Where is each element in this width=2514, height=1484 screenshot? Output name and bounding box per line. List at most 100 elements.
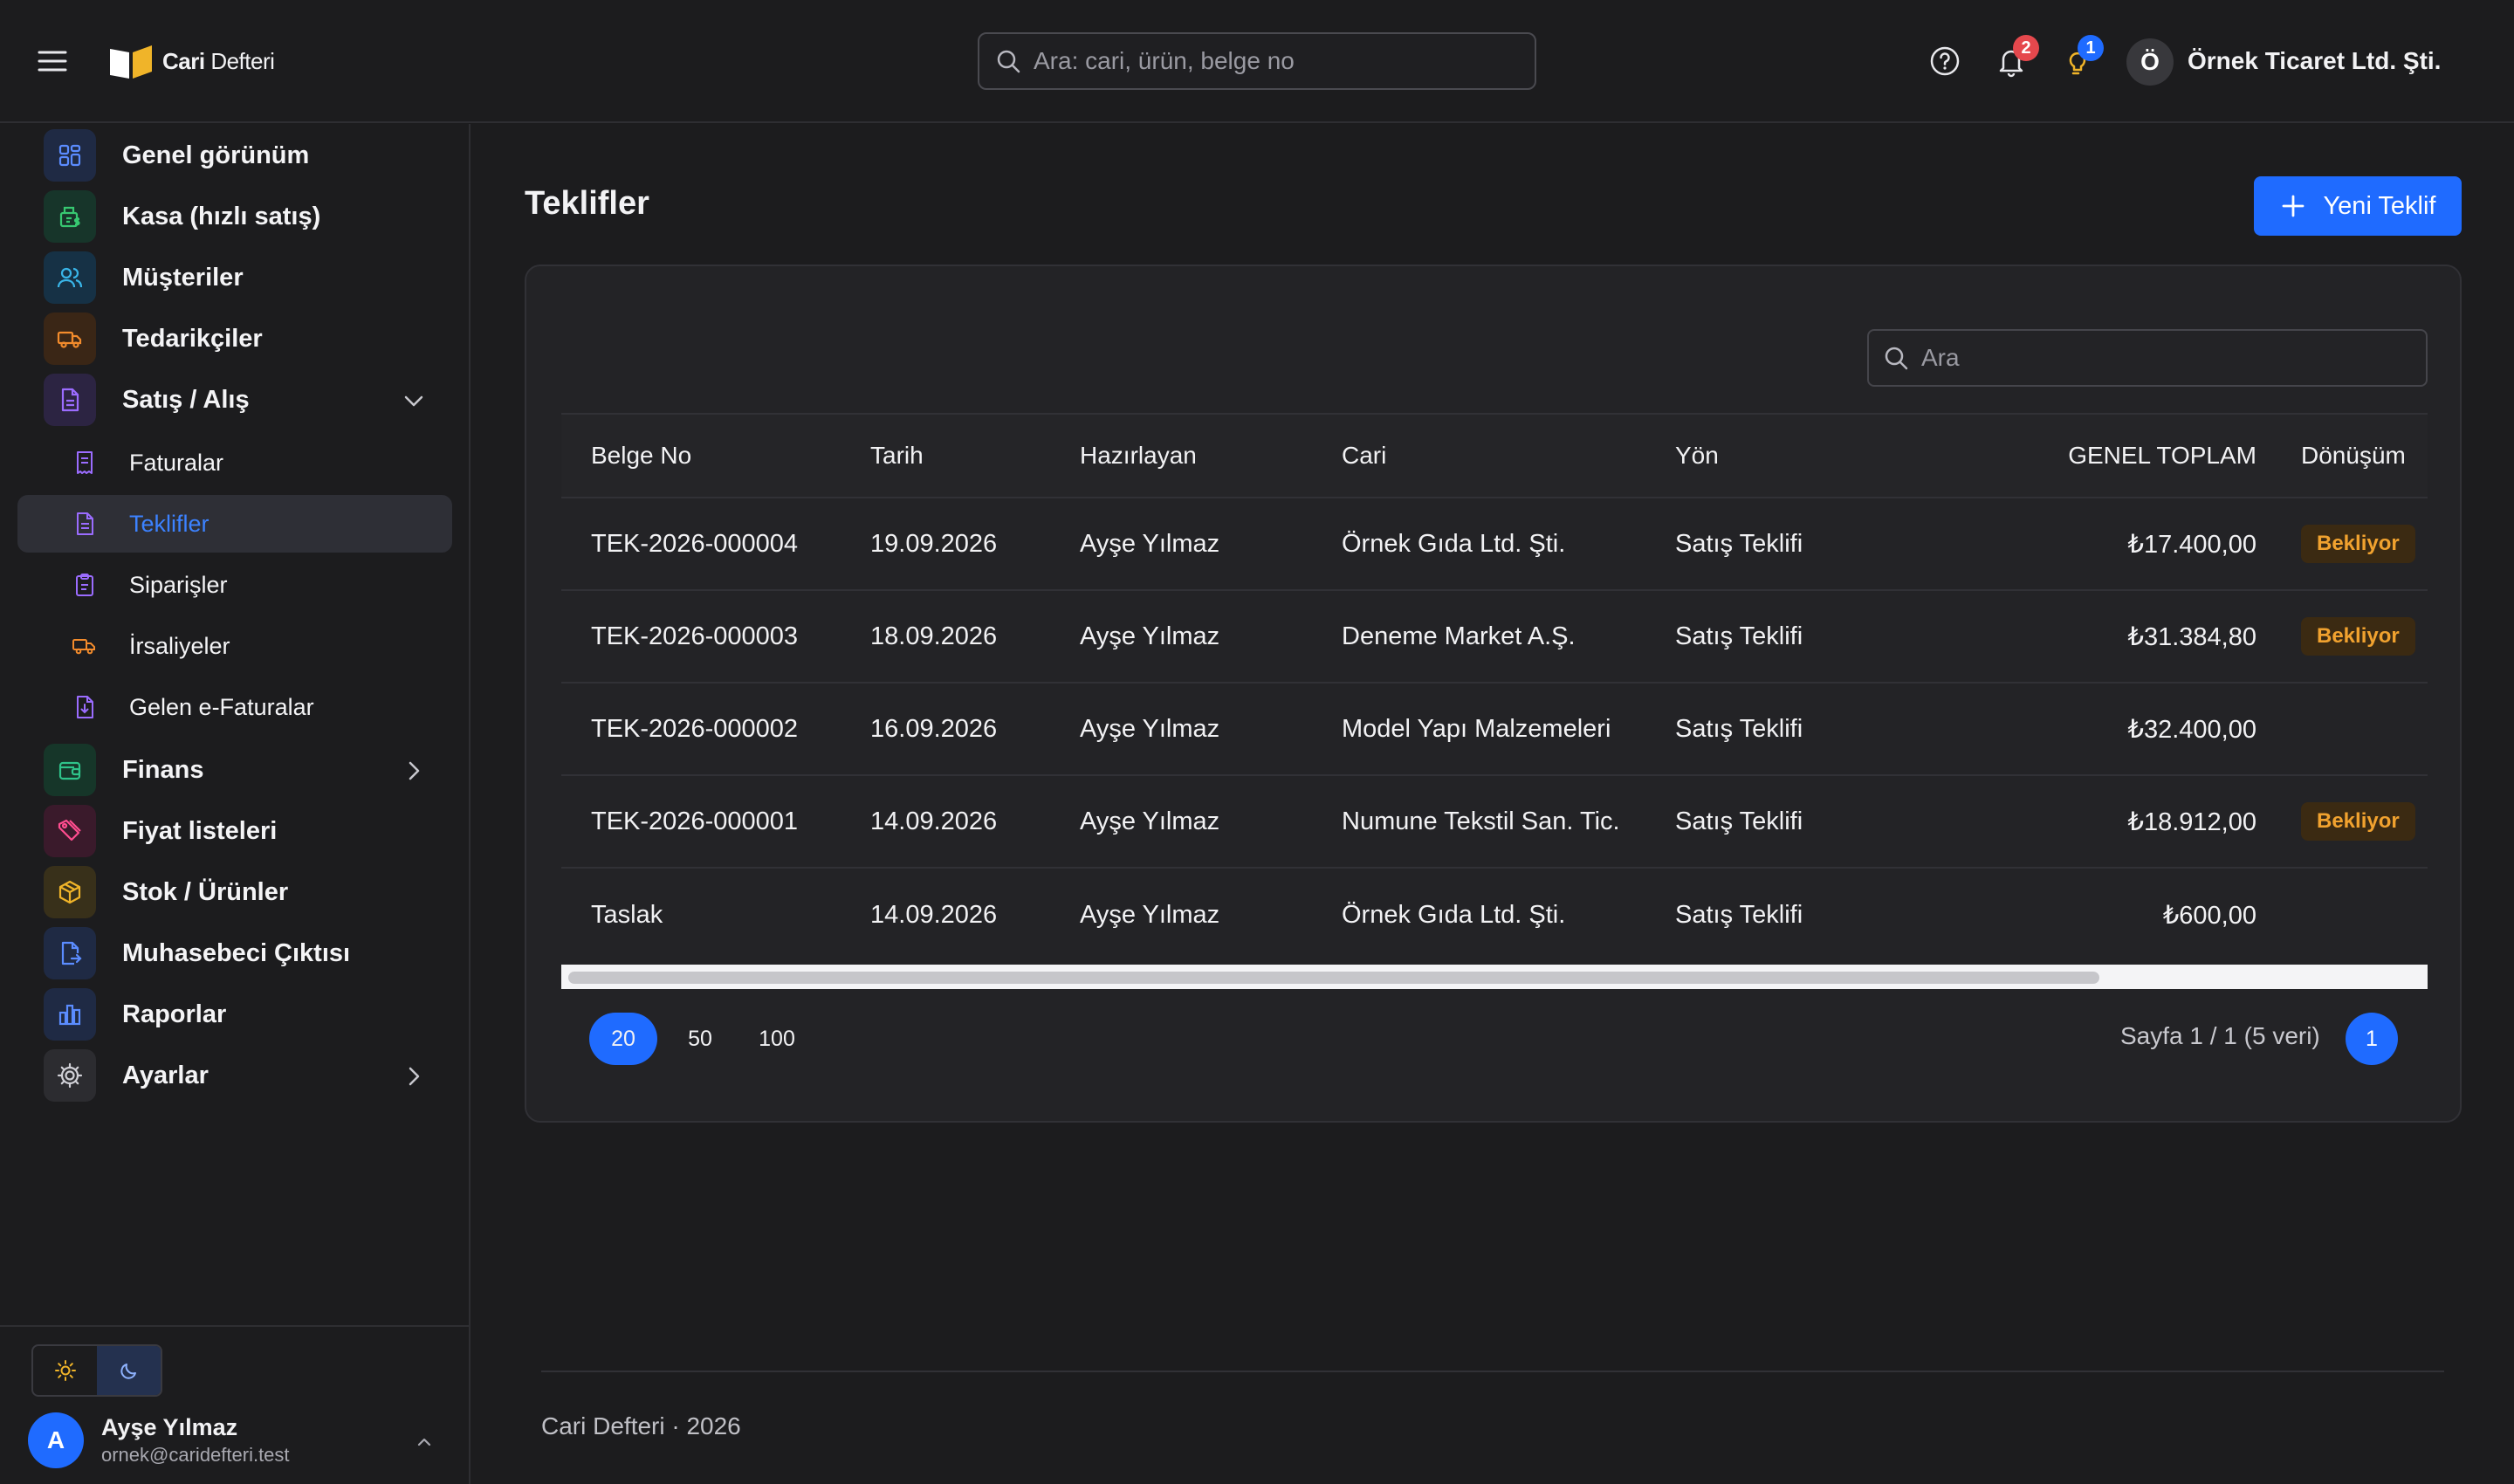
sidebar-item-label: Tedarikçiler (122, 324, 263, 353)
sidebar-item-accountant-export[interactable]: Muhasebeci Çıktısı (17, 924, 452, 982)
cell-document-no: TEK-2026-000003 (591, 622, 798, 650)
sidebar-subitem-label: İrsaliyeler (129, 632, 230, 659)
help-icon[interactable] (1926, 42, 1964, 80)
column-header-direction[interactable]: Yön (1675, 415, 1719, 497)
lightbulb-icon[interactable]: 1 (2057, 35, 2104, 80)
chevron-down-icon[interactable] (402, 388, 426, 413)
new-quote-label: Yeni Teklif (2323, 191, 2436, 220)
cell-conversion: Bekliyor (2301, 776, 2415, 867)
clipboard-icon (76, 574, 93, 596)
app-logo[interactable]: Cari Defteri (108, 42, 275, 80)
sidebar-subitem-label: Faturalar (129, 449, 224, 476)
table-search-input[interactable] (1921, 344, 2410, 372)
chevron-right-icon[interactable] (402, 759, 426, 783)
chevron-up-icon[interactable] (412, 1430, 436, 1454)
page-size-option[interactable]: 50 (666, 1013, 734, 1065)
table-row[interactable]: Taslak 14.09.2026 Ayşe Yılmaz Örnek Gıda… (561, 869, 2428, 961)
sidebar-item-label: Raporlar (122, 1000, 227, 1028)
hamburger-menu-icon[interactable] (35, 44, 70, 79)
sidebar-subitem-quotes[interactable]: Teklifler (17, 495, 452, 553)
footer-text: Cari Defteri · 2026 (541, 1412, 741, 1439)
company-avatar[interactable]: Ö (2126, 38, 2174, 86)
sidebar-subitem-invoices[interactable]: Faturalar (17, 434, 452, 491)
cell-grand-total: ₺31.384,80 (2127, 622, 2256, 651)
sidebar-subitem-label: Teklifler (129, 510, 210, 537)
sidebar-subitem-orders[interactable]: Siparişler (17, 556, 452, 614)
gear-icon (44, 1049, 96, 1102)
user-avatar[interactable]: A (28, 1412, 84, 1468)
sidebar-item-stock-products[interactable]: Stok / Ürünler (17, 863, 452, 921)
cell-date: 19.09.2026 (870, 529, 998, 558)
table-row[interactable]: TEK-2026-000001 14.09.2026 Ayşe Yılmaz N… (561, 776, 2428, 869)
sidebar-item-sales-purchase[interactable]: Satış / Alış (17, 371, 452, 429)
chevron-right-icon[interactable] (402, 1064, 426, 1089)
cell-document-no: TEK-2026-000001 (591, 807, 798, 835)
cell-direction: Satış Teklifi (1675, 807, 1803, 835)
tips-count-badge: 1 (2078, 35, 2104, 61)
sidebar-item-dashboard[interactable]: Genel görünüm (17, 127, 452, 184)
sidebar-item-finance[interactable]: Finans (17, 741, 452, 799)
truck-icon (44, 313, 96, 365)
page-number-button[interactable]: 1 (2346, 1013, 2398, 1065)
notifications-bell-icon[interactable]: 2 (1992, 35, 2039, 80)
cell-date: 14.09.2026 (870, 900, 998, 929)
table-header: Belge No Tarih Hazırlayan Cari Yön GENEL… (561, 413, 2428, 498)
cell-party: Deneme Market A.Ş. (1342, 622, 1576, 650)
column-header-conversion[interactable]: Dönüşüm (2301, 415, 2406, 497)
sidebar-item-reports[interactable]: Raporlar (17, 986, 452, 1043)
column-header-date[interactable]: Tarih (870, 415, 924, 497)
dark-mode-moon-icon[interactable] (97, 1346, 161, 1395)
sidebar-item-cash-register[interactable]: Kasa (hızlı satış) (17, 188, 452, 245)
page-title: Teklifler (525, 185, 649, 222)
export-file-icon (44, 927, 96, 979)
sidebar: Genel görünüm Kasa (hızlı satış) Müşteri… (0, 124, 471, 1484)
sidebar-item-label: Fiyat listeleri (122, 816, 278, 845)
cell-conversion: Bekliyor (2301, 591, 2415, 682)
cell-grand-total: ₺17.400,00 (2127, 530, 2256, 559)
sidebar-item-label: Finans (122, 755, 204, 784)
global-search-box[interactable] (978, 32, 1536, 90)
table-row[interactable]: TEK-2026-000004 19.09.2026 Ayşe Yılmaz Ö… (561, 498, 2428, 591)
status-badge: Bekliyor (2301, 802, 2415, 841)
table-row[interactable]: TEK-2026-000003 18.09.2026 Ayşe Yılmaz D… (561, 591, 2428, 684)
sidebar-item-price-lists[interactable]: Fiyat listeleri (17, 802, 452, 860)
sidebar-subitem-incoming-einvoices[interactable]: Gelen e-Faturalar (17, 678, 452, 736)
company-name[interactable]: Örnek Ticaret Ltd. Şti. (2188, 47, 2441, 75)
column-header-grand-total[interactable]: GENEL TOPLAM (1958, 415, 2256, 497)
new-quote-button[interactable]: Yeni Teklif (2254, 176, 2462, 236)
sidebar-subitem-label: Siparişler (129, 571, 228, 598)
table-row[interactable]: TEK-2026-000002 16.09.2026 Ayşe Yılmaz M… (561, 684, 2428, 776)
cell-party: Numune Tekstil San. Tic. (1342, 807, 1620, 835)
delivery-truck-icon (72, 639, 95, 655)
sidebar-item-settings[interactable]: Ayarlar (17, 1047, 452, 1104)
quote-icon (77, 512, 93, 535)
column-header-document-no[interactable]: Belge No (591, 415, 691, 497)
column-header-party[interactable]: Cari (1342, 415, 1386, 497)
light-mode-sun-icon[interactable] (33, 1346, 97, 1395)
bar-chart-icon (44, 988, 96, 1041)
sidebar-item-customers[interactable]: Müşteriler (17, 249, 452, 306)
global-search-input[interactable] (1034, 47, 1505, 75)
sidebar-subitem-waybills[interactable]: İrsaliyeler (17, 617, 452, 675)
page-size-option[interactable]: 20 (589, 1013, 657, 1065)
top-bar: Cari Defteri 2 1 Ö Örnek Ticaret Ltd. Şt… (0, 0, 2514, 123)
cell-date: 16.09.2026 (870, 714, 998, 743)
column-header-prepared-by[interactable]: Hazırlayan (1080, 415, 1197, 497)
sidebar-item-label: Stok / Ürünler (122, 877, 289, 906)
horizontal-scrollbar[interactable] (561, 965, 2428, 989)
plus-icon (2282, 195, 2304, 217)
cell-grand-total: ₺32.400,00 (2127, 715, 2256, 744)
invoice-icon (77, 451, 93, 474)
sidebar-item-suppliers[interactable]: Tedarikçiler (17, 310, 452, 368)
page-info: Sayfa 1 / 1 (5 veri) (2120, 1022, 2320, 1049)
page-size-option[interactable]: 100 (743, 1013, 811, 1065)
table-search-box[interactable] (1867, 329, 2428, 387)
cell-conversion: Bekliyor (2301, 498, 2415, 589)
cell-document-no: Taslak (591, 900, 663, 929)
theme-toggle[interactable] (31, 1344, 162, 1397)
scrollbar-thumb[interactable] (568, 972, 2099, 984)
sidebar-item-label: Genel görünüm (122, 141, 310, 169)
cell-prepared-by: Ayşe Yılmaz (1080, 714, 1220, 743)
cell-grand-total: ₺600,00 (2162, 901, 2256, 930)
cell-direction: Satış Teklifi (1675, 622, 1803, 650)
